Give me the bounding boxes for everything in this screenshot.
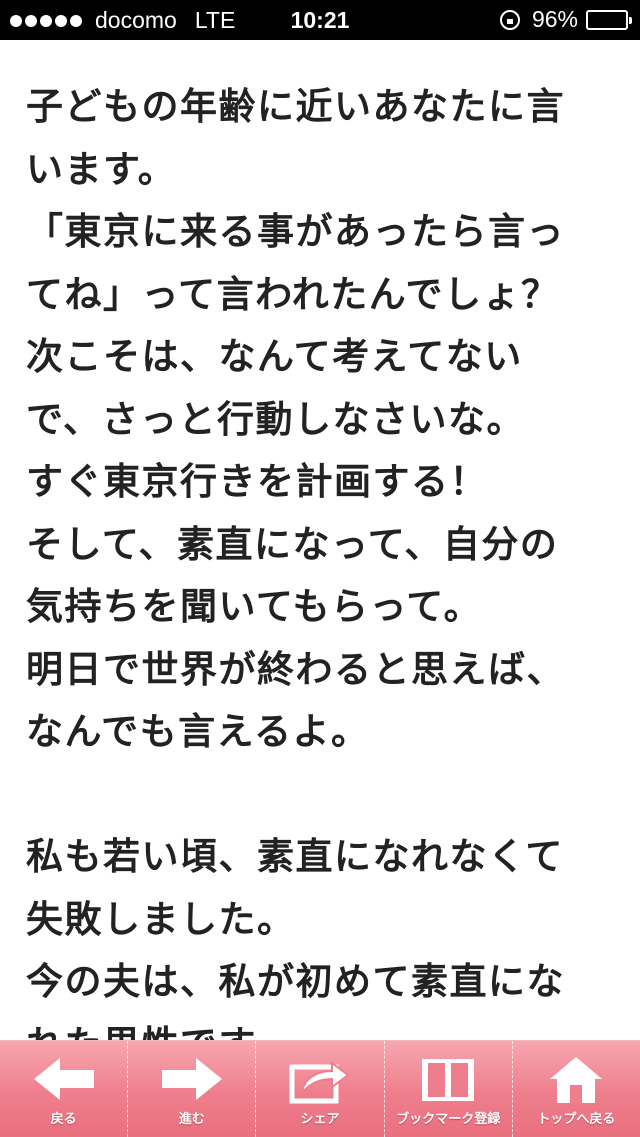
status-right: 96%	[499, 6, 632, 33]
battery-percent: 96%	[531, 6, 578, 32]
share-icon	[289, 1061, 350, 1104]
article-line: 失敗しました。	[26, 897, 296, 941]
forward-button[interactable]: 進む	[128, 1041, 257, 1137]
share-label: シェア	[300, 1112, 340, 1127]
article-line: てね」って言われたんでしょ？	[26, 272, 560, 316]
article-line: 今の夫は、私が初めて素直にな	[26, 960, 565, 1003]
article-line: そして、素直になって、自分の	[26, 522, 559, 566]
bottom-toolbar: 戻る 進む シェア ブックマーク登録 トップへ戻る	[0, 1040, 640, 1137]
article-line: 子どもの年齢に近いあなたに言	[26, 85, 565, 128]
article-line: なんでも言えるよ。	[26, 710, 370, 753]
rotation-lock-icon	[499, 9, 520, 30]
article-line: すぐ東京行きを計画する！	[26, 460, 488, 503]
home-icon	[550, 1057, 603, 1103]
share-button[interactable]: シェア	[256, 1041, 385, 1137]
article-line: で、さっと行動しなさいな。	[26, 397, 526, 441]
forward-label: 進む	[178, 1112, 205, 1127]
top-button[interactable]: トップへ戻る	[513, 1041, 640, 1137]
battery-icon	[586, 9, 632, 30]
article-line: 次こそは、なんて考えてない	[26, 335, 523, 378]
article-line: 気持ちを聞いてもらって。	[26, 585, 483, 628]
top-label: トップへ戻る	[537, 1112, 616, 1127]
back-label: 戻る	[50, 1112, 77, 1127]
arrow-left-icon	[33, 1058, 94, 1100]
article-line: 「東京に来る事があったら言っ	[26, 210, 565, 253]
bookmark-label: ブックマーク登録	[396, 1112, 501, 1127]
article-body: 子どもの年齢に近いあなたに言 います。「東京に来る事があったら言っ てね」って言われ…	[26, 76, 616, 1076]
book-icon	[422, 1059, 475, 1101]
arrow-right-icon	[161, 1058, 222, 1100]
article-line: 私も若い頃、素直になれなくて	[26, 835, 564, 878]
status-bar: docomo LTE 10:21 96%	[0, 0, 640, 40]
back-button[interactable]: 戻る	[0, 1041, 129, 1137]
article-line: 明日で世界が終わると思えば、	[26, 647, 565, 691]
article-line: います。	[26, 147, 177, 191]
bookmark-button[interactable]: ブックマーク登録	[385, 1041, 513, 1137]
